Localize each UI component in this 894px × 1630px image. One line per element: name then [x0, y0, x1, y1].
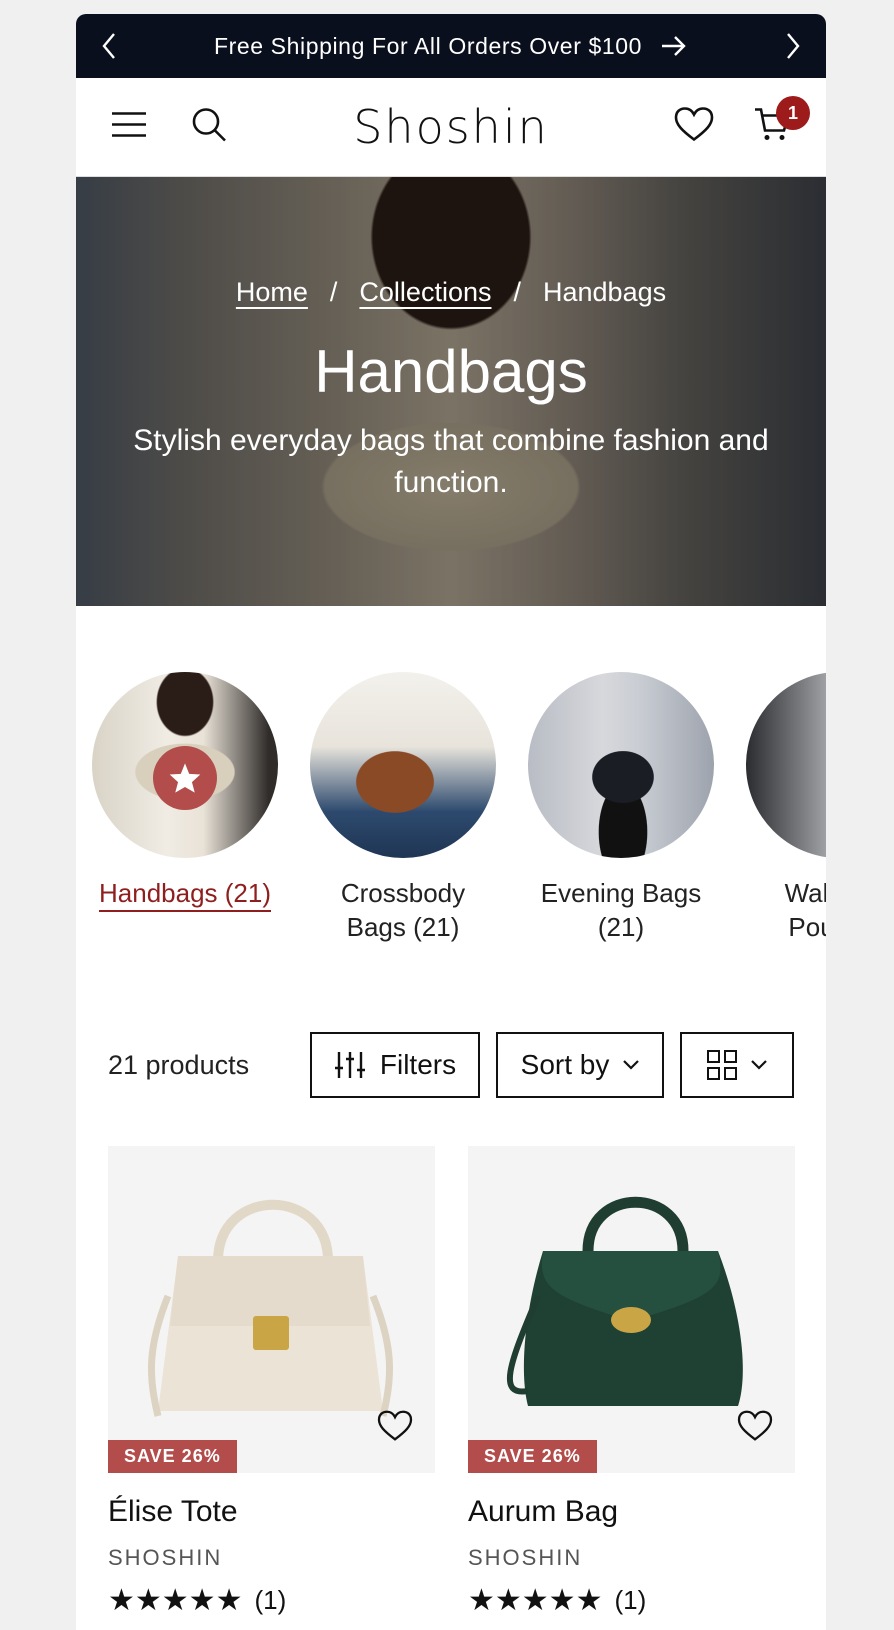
product-image[interactable]: SAVE 26%: [108, 1146, 435, 1473]
category-label: Wallets & Pouches: [784, 878, 826, 942]
announcement-next-button[interactable]: [768, 14, 818, 78]
product-grid: SAVE 26% Élise Tote SHOSHIN ★★★★★ (1) SA…: [108, 1146, 795, 1618]
breadcrumb-home[interactable]: Home: [236, 277, 308, 308]
site-logo[interactable]: Shoshin: [353, 100, 549, 154]
product-rating: ★★★★★ (1): [468, 1583, 795, 1618]
category-item-handbags[interactable]: Handbags (21): [92, 672, 278, 912]
search-button[interactable]: [191, 107, 227, 148]
breadcrumb: Home / Collections / Handbags: [76, 277, 826, 308]
collection-description: Stylish everyday bags that combine fashi…: [133, 424, 769, 499]
breadcrumb-separator: /: [513, 277, 521, 307]
filters-label: Filters: [379, 1049, 457, 1080]
product-title[interactable]: Aurum Bag: [468, 1495, 795, 1529]
heart-icon: [674, 107, 714, 142]
page-frame: Free Shipping For All Orders Over $100 S…: [76, 14, 826, 1630]
announcement-prev-button[interactable]: [84, 14, 134, 78]
category-label: Crossbody Bags (21): [340, 878, 466, 942]
sort-label: Sort by: [520, 1049, 610, 1080]
cart-count-badge: 1: [776, 96, 810, 130]
breadcrumb-collections[interactable]: Collections: [359, 277, 491, 308]
announcement-text: Free Shipping For All Orders Over $100: [213, 32, 643, 59]
product-title[interactable]: Élise Tote: [108, 1495, 435, 1529]
category-item-wallets[interactable]: Wallets & Pouches: [746, 672, 826, 944]
rating-stars: ★★★★★: [468, 1584, 603, 1617]
featured-badge: [153, 746, 217, 810]
chevron-left-icon: [102, 33, 115, 59]
product-vendor: SHOSHIN: [468, 1545, 583, 1570]
menu-button[interactable]: [112, 112, 146, 143]
filters-button[interactable]: Filters: [310, 1032, 480, 1098]
heart-icon: [377, 1410, 413, 1441]
category-label: Handbags (21): [99, 878, 271, 912]
arrow-right-icon: [662, 36, 686, 56]
product-rating: ★★★★★ (1): [108, 1583, 435, 1618]
grid-icon: [707, 1050, 737, 1080]
product-image[interactable]: SAVE 26%: [468, 1146, 795, 1473]
chevron-down-icon: [623, 1060, 640, 1070]
star-icon: [169, 763, 201, 793]
chevron-down-icon: [751, 1060, 767, 1070]
menu-icon: [112, 112, 146, 137]
product-vendor: SHOSHIN: [108, 1545, 223, 1570]
page-title: Handbags: [314, 338, 588, 405]
review-count: (1): [614, 1585, 647, 1615]
sliders-icon: [334, 1052, 365, 1078]
product-card[interactable]: SAVE 26% Aurum Bag SHOSHIN ★★★★★ (1): [468, 1146, 795, 1618]
search-icon: [192, 108, 226, 142]
chevron-right-icon: [787, 33, 800, 59]
category-image: [528, 672, 714, 858]
review-count: (1): [254, 1585, 287, 1615]
breadcrumb-current: Handbags: [543, 277, 667, 307]
category-image: [92, 672, 278, 858]
collection-toolbar: 21 products Filters Sort by: [108, 1032, 794, 1098]
sale-badge: SAVE 26%: [468, 1440, 597, 1473]
category-label: Evening Bags (21): [540, 878, 702, 942]
site-header: Shoshin 1: [76, 78, 826, 177]
sale-badge: SAVE 26%: [108, 1440, 237, 1473]
category-image: [746, 672, 826, 858]
grid-view-select[interactable]: [680, 1032, 794, 1098]
wishlist-button[interactable]: [674, 107, 714, 148]
heart-icon: [737, 1410, 773, 1441]
breadcrumb-separator: /: [329, 277, 338, 307]
category-item-crossbody[interactable]: Crossbody Bags (21): [310, 672, 496, 944]
add-to-wishlist-button[interactable]: [737, 1410, 773, 1447]
product-count: 21 products: [108, 1049, 250, 1080]
add-to-wishlist-button[interactable]: [377, 1410, 413, 1447]
product-card[interactable]: SAVE 26% Élise Tote SHOSHIN ★★★★★ (1): [108, 1146, 435, 1618]
announcement-bar: Free Shipping For All Orders Over $100: [76, 14, 826, 78]
collection-hero: Home / Collections / Handbags Handbags S…: [76, 177, 826, 606]
rating-stars: ★★★★★: [108, 1584, 243, 1617]
category-item-evening[interactable]: Evening Bags (21): [528, 672, 714, 944]
category-carousel: Handbags (21) Crossbody Bags (21) Evenin…: [76, 672, 826, 962]
category-image: [310, 672, 496, 858]
sort-by-select[interactable]: Sort by: [496, 1032, 664, 1098]
announcement-message[interactable]: Free Shipping For All Orders Over $100: [214, 33, 688, 60]
